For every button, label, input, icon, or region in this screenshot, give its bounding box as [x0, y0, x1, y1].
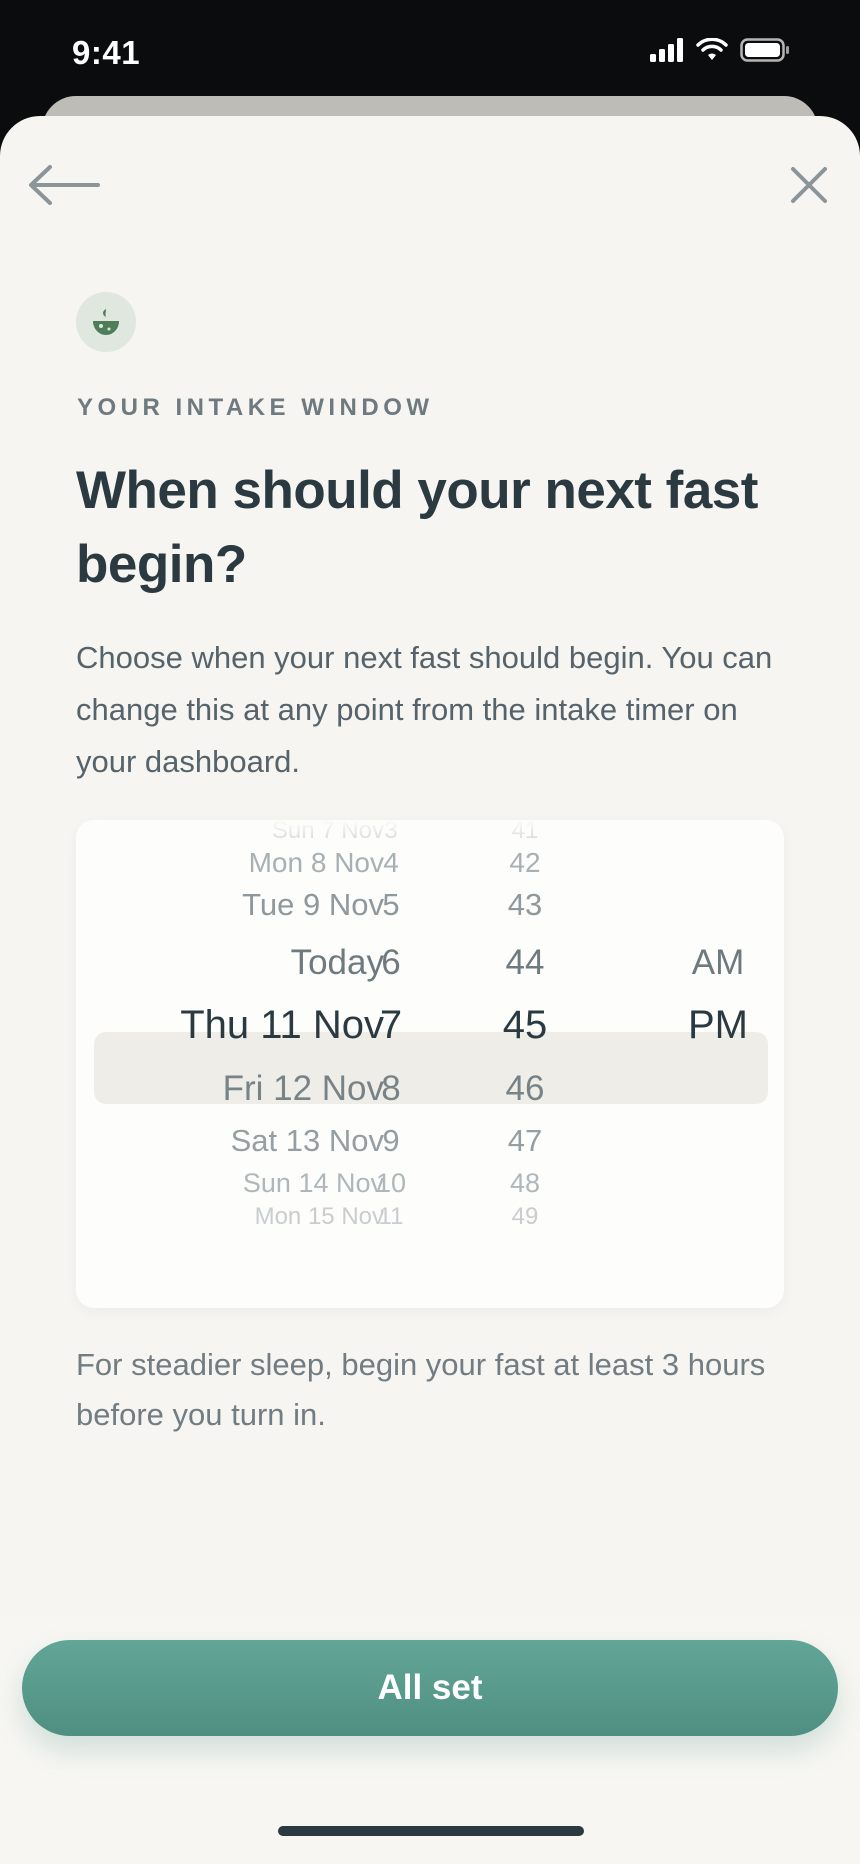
all-set-button[interactable]: All set [22, 1640, 838, 1736]
wifi-icon [696, 38, 728, 60]
picker-minute[interactable]: 44 [490, 938, 560, 988]
picker-hour[interactable]: 5 [364, 880, 418, 930]
picker-row[interactable]: Fri 12 Nov 8 46 [76, 1064, 784, 1114]
picker-date[interactable]: Tue 9 Nov [242, 880, 384, 930]
picker-hour[interactable]: 7 [364, 1000, 418, 1050]
status-bar: 9:41 [0, 0, 860, 110]
picker-fade-bottom [76, 1280, 784, 1308]
picker-ampm[interactable]: AM [676, 938, 760, 988]
picker-fade-top [76, 820, 784, 848]
status-time: 9:41 [72, 34, 141, 71]
picker-row[interactable]: Mon 15 Nov 11 49 [76, 1192, 784, 1242]
arrow-left-icon [29, 165, 100, 205]
battery-icon [740, 38, 789, 62]
date-time-picker[interactable]: Sun 7 Nov341Mon 8 Nov442Tue 9 Nov543Toda… [76, 820, 784, 1308]
picker-hour[interactable]: 6 [364, 938, 418, 988]
back-button[interactable] [26, 160, 102, 210]
modal-sheet: YOUR INTAKE WINDOW When should your next… [0, 116, 860, 1864]
sleep-hint: For steadier sleep, begin your fast at l… [76, 1347, 766, 1432]
picker-ampm[interactable]: PM [676, 1000, 760, 1050]
status-icons [650, 38, 790, 62]
close-button[interactable] [784, 160, 834, 210]
picker-row[interactable]: Today 6 44 AM [76, 938, 784, 988]
picker-hour[interactable]: 8 [364, 1064, 418, 1114]
intake-badge [76, 292, 136, 352]
picker-date[interactable]: Fri 12 Nov [223, 1064, 384, 1114]
page-title: When should your next fast begin? [76, 461, 758, 594]
picker-minute[interactable]: 46 [490, 1064, 560, 1114]
picker-row[interactable]: Tue 9 Nov 5 43 [76, 880, 784, 930]
picker-minute[interactable]: 49 [490, 1192, 560, 1242]
picker-date[interactable]: Thu 11 Nov [180, 1000, 384, 1050]
bowl-icon [93, 309, 119, 335]
picker-minute[interactable]: 43 [490, 880, 560, 930]
home-indicator [278, 1826, 584, 1836]
picker-hour[interactable]: 11 [364, 1192, 418, 1242]
picker-minute[interactable]: 45 [490, 1000, 560, 1050]
section-eyebrow: YOUR INTAKE WINDOW [77, 394, 434, 421]
close-icon [791, 167, 827, 203]
page-description: Choose when your next fast should begin.… [76, 640, 773, 779]
picker-row[interactable]: Thu 11 Nov 7 45 PM [76, 1000, 784, 1050]
signal-icon [650, 38, 683, 62]
